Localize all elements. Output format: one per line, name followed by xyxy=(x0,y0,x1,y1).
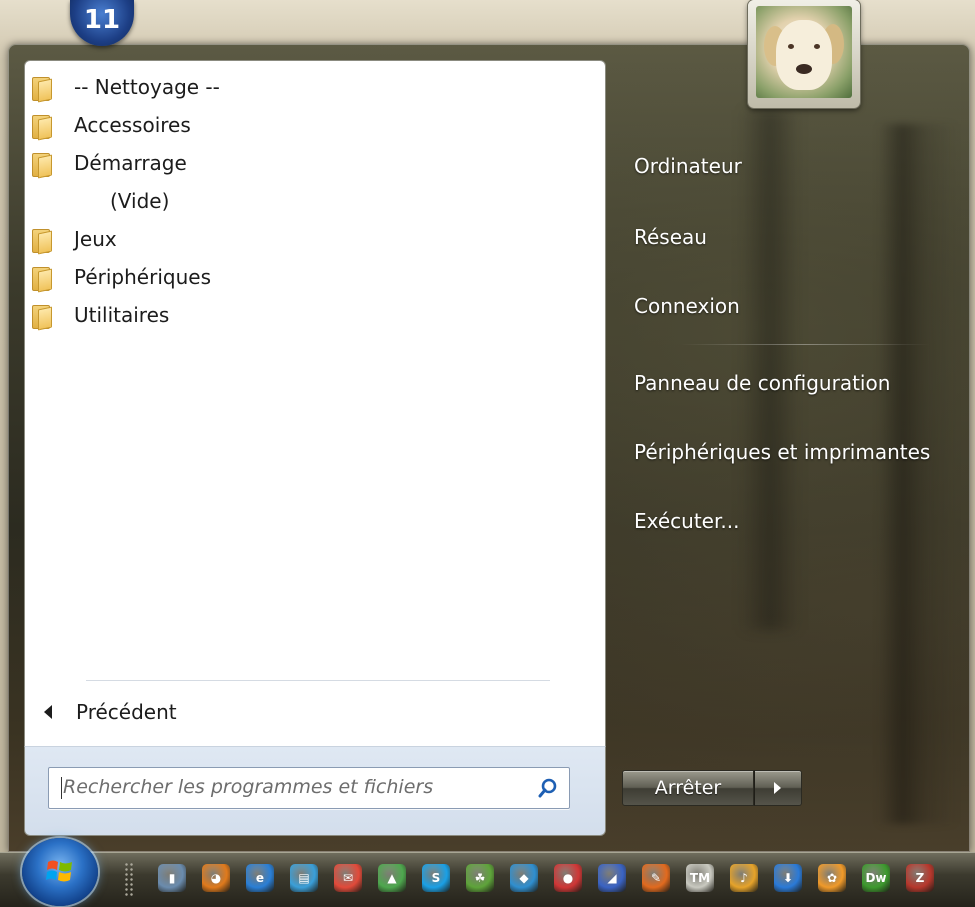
printer-icon[interactable]: ▤ xyxy=(290,864,318,892)
mail-icon[interactable]: ✉ xyxy=(334,864,362,892)
dreamweaver-icon[interactable]: Dw xyxy=(862,864,890,892)
separator xyxy=(86,680,550,681)
chevron-right-icon xyxy=(774,782,781,794)
folder-icon xyxy=(32,113,52,141)
gimp-icon[interactable]: ☘ xyxy=(466,864,494,892)
folder-icon xyxy=(32,265,52,293)
shutdown-button[interactable]: Arrêter xyxy=(622,770,754,806)
program-label: Utilitaires xyxy=(74,303,170,327)
program-label: Jeux xyxy=(74,227,117,251)
winamp-icon[interactable]: ♪ xyxy=(730,864,758,892)
program-item[interactable]: -- Nettoyage -- xyxy=(32,68,592,106)
program-item[interactable]: Utilitaires xyxy=(32,296,592,334)
link-control-panel[interactable]: Panneau de configuration xyxy=(634,371,890,395)
filezilla-icon[interactable]: Z xyxy=(906,864,934,892)
shutdown-options-button[interactable] xyxy=(754,770,802,806)
program-item[interactable]: Périphériques xyxy=(32,258,592,296)
folder-icon xyxy=(32,303,52,331)
download-icon[interactable]: ⬇ xyxy=(774,864,802,892)
program-item[interactable]: Démarrage xyxy=(32,144,592,182)
shutdown-control: Arrêter xyxy=(622,770,808,806)
program-label: Périphériques xyxy=(74,265,211,289)
back-arrow-icon xyxy=(44,705,52,719)
program-label: -- Nettoyage -- xyxy=(74,75,220,99)
program-label: Démarrage xyxy=(74,151,187,175)
user-avatar[interactable] xyxy=(748,0,860,108)
dog-photo xyxy=(756,6,852,98)
program-item[interactable]: Accessoires xyxy=(32,106,592,144)
photo-gallery-icon[interactable]: ▲ xyxy=(378,864,406,892)
program-label: (Vide) xyxy=(110,189,170,213)
internet-explorer-icon[interactable]: e xyxy=(246,864,274,892)
antivirus-icon[interactable]: ● xyxy=(554,864,582,892)
folder-icon xyxy=(32,227,52,255)
link-computer[interactable]: Ordinateur xyxy=(634,154,742,178)
back-button[interactable]: Précédent xyxy=(40,696,177,728)
folder-icon xyxy=(32,151,52,179)
back-label: Précédent xyxy=(76,700,177,724)
search-input[interactable] xyxy=(63,768,513,806)
search-box[interactable] xyxy=(48,767,570,809)
folder-icon xyxy=(32,75,52,103)
program-item[interactable]: Jeux xyxy=(32,220,592,258)
taskbar-grip[interactable] xyxy=(124,862,134,898)
virtualbox-icon[interactable]: ◆ xyxy=(510,864,538,892)
palette-icon[interactable]: ✿ xyxy=(818,864,846,892)
start-button[interactable] xyxy=(22,838,98,906)
link-devices-printers[interactable]: Périphériques et imprimantes xyxy=(634,440,930,464)
program-item[interactable]: (Vide) xyxy=(32,182,592,220)
separator xyxy=(680,344,930,345)
skype-icon[interactable]: S xyxy=(422,864,450,892)
search-icon[interactable] xyxy=(537,777,559,799)
firefox-icon[interactable]: ◕ xyxy=(202,864,230,892)
app-blue-icon[interactable]: ◢ xyxy=(598,864,626,892)
usb-drive-icon[interactable]: ▮ xyxy=(158,864,186,892)
text-caret xyxy=(61,777,62,799)
paint-icon[interactable]: ✎ xyxy=(642,864,670,892)
link-network[interactable]: Réseau xyxy=(634,225,707,249)
windows-logo-icon xyxy=(46,860,72,882)
program-label: Accessoires xyxy=(74,113,191,137)
tm-icon[interactable]: TM xyxy=(686,864,714,892)
link-run[interactable]: Exécuter... xyxy=(634,509,739,533)
program-list: -- Nettoyage -- Accessoires Démarrage (Vide… xyxy=(32,68,592,334)
link-connect[interactable]: Connexion xyxy=(634,294,740,318)
